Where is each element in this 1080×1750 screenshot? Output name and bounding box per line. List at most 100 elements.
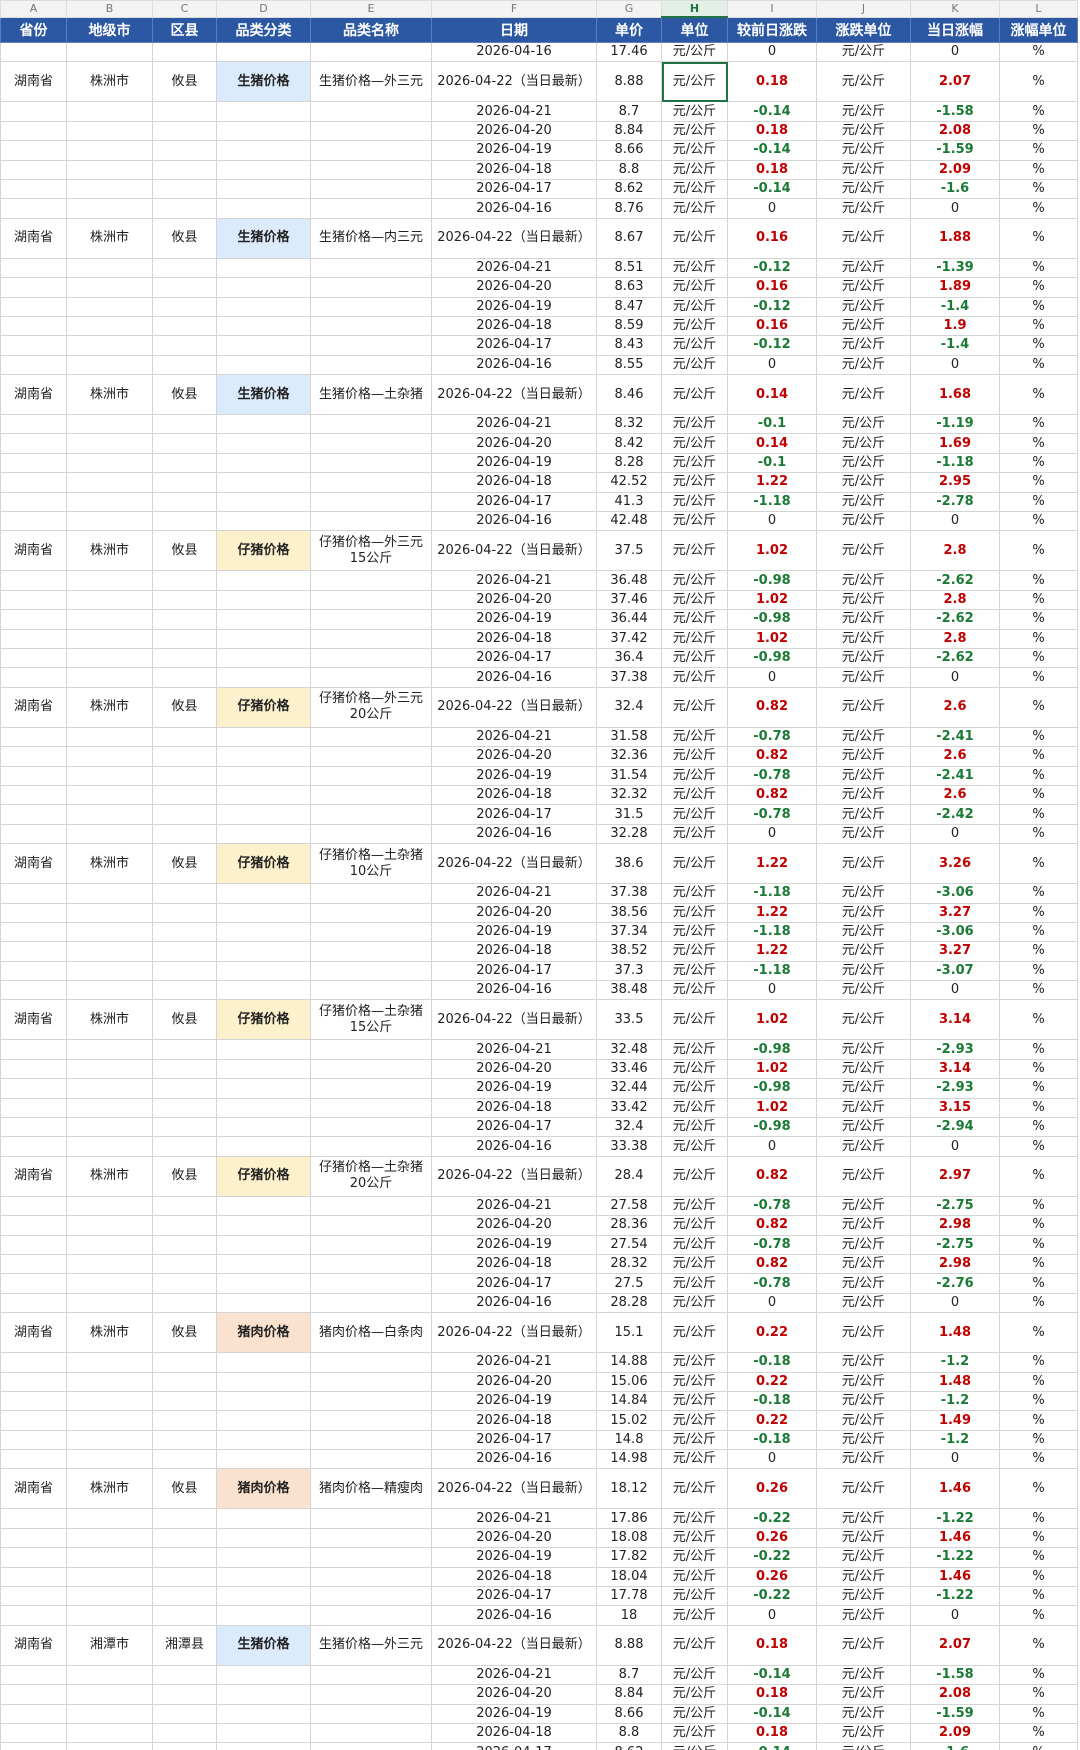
cell-date[interactable]: 2026-04-16 (431, 667, 597, 688)
cell-change[interactable]: -0.98 (727, 609, 817, 630)
cell-name[interactable]: 仔猪价格—土杂猪15公斤 (310, 999, 432, 1041)
cell-pct-unit[interactable]: % (999, 159, 1078, 180)
cell-change-unit[interactable]: 元/公斤 (816, 980, 911, 1001)
table-row[interactable]: 2026-04-20 38.56 元/公斤 1.22 元/公斤 3.27% (0, 902, 1078, 923)
cell-price[interactable]: 41.3 (596, 491, 662, 513)
cell-price[interactable]: 28.4 (596, 1155, 662, 1197)
cell-county[interactable] (152, 1586, 217, 1607)
cell-name[interactable] (310, 159, 432, 180)
cell-price[interactable]: 8.47 (596, 296, 662, 317)
cell-change[interactable]: 1.02 (727, 589, 817, 611)
cell-price[interactable]: 17.86 (596, 1508, 662, 1529)
cell-city[interactable] (66, 198, 153, 219)
cell-change[interactable]: 0.18 (727, 159, 817, 180)
cell-category[interactable] (216, 472, 311, 493)
cell-date[interactable]: 2026-04-19 (431, 452, 597, 474)
cell-pct-unit[interactable]: % (999, 804, 1078, 825)
table-row[interactable]: 2026-04-18 33.42 元/公斤 1.02 元/公斤 3.15% (0, 1097, 1078, 1119)
cell-price[interactable]: 18.04 (596, 1566, 662, 1588)
cell-change[interactable]: 0.82 (727, 1253, 817, 1275)
cell-change-unit[interactable]: 元/公斤 (816, 257, 911, 279)
cell-pct[interactable]: 3.14 (910, 999, 1000, 1041)
cell-change-unit[interactable]: 元/公斤 (816, 1352, 911, 1373)
cell-price[interactable]: 8.62 (596, 1742, 662, 1750)
cell-price[interactable]: 8.8 (596, 1722, 662, 1744)
table-row[interactable]: 2026-04-18 15.02 元/公斤 0.22 元/公斤 1.49% (0, 1410, 1078, 1431)
cell-pct[interactable]: -2.62 (910, 647, 1000, 669)
cell-change[interactable]: 1.22 (727, 902, 817, 923)
cell-name[interactable]: 仔猪价格—土杂猪10公斤 (310, 843, 432, 885)
cell-change[interactable]: 0.14 (727, 374, 817, 416)
table-row[interactable]: 2026-04-21 8.7 元/公斤 -0.14 元/公斤 -1.58% (0, 1664, 1078, 1686)
cell-date[interactable]: 2026-04-17 (431, 804, 597, 825)
cell-change-unit[interactable]: 元/公斤 (816, 1566, 911, 1588)
cell-unit[interactable]: 元/公斤 (661, 1664, 728, 1686)
cell-change[interactable]: 0 (727, 1136, 817, 1157)
cell-date[interactable]: 2026-04-22（当日最新） (431, 1624, 597, 1666)
cell-price[interactable]: 8.28 (596, 452, 662, 474)
cell-price[interactable]: 15.06 (596, 1371, 662, 1392)
cell-category[interactable] (216, 746, 311, 767)
cell-pct-unit[interactable]: % (999, 1136, 1078, 1157)
cell-county[interactable] (152, 159, 217, 180)
cell-category[interactable]: 生猪价格 (216, 374, 311, 416)
cell-category[interactable] (216, 198, 311, 219)
cell-city[interactable] (66, 1664, 153, 1686)
cell-change-unit[interactable]: 元/公斤 (816, 921, 911, 943)
cell-category[interactable] (216, 1586, 311, 1607)
group-first-row[interactable]: 湖南省 株洲市 攸县 生猪价格 生猪价格—外三元 2026-04-22（当日最新） 8.88… (0, 61, 1078, 103)
cell-city[interactable] (66, 1058, 153, 1080)
cell-category[interactable] (216, 883, 311, 904)
cell-price[interactable]: 18 (596, 1605, 662, 1626)
cell-pct-unit[interactable]: % (999, 921, 1078, 943)
cell-change[interactable]: -1.18 (727, 921, 817, 943)
cell-unit[interactable]: 元/公斤 (661, 1684, 728, 1705)
cell-county[interactable]: 攸县 (152, 999, 217, 1041)
cell-unit[interactable]: 元/公斤 (661, 1039, 728, 1060)
cell-price[interactable]: 8.63 (596, 277, 662, 298)
cell-county[interactable] (152, 902, 217, 923)
cell-province[interactable] (0, 1058, 67, 1080)
cell-province[interactable] (0, 1527, 67, 1549)
cell-change-unit[interactable]: 元/公斤 (816, 159, 911, 180)
cell-pct[interactable]: -1.4 (910, 335, 1000, 356)
column-header[interactable]: 较前日涨跌 (727, 16, 817, 43)
table-row[interactable]: 2026-04-17 27.5 元/公斤 -0.78 元/公斤 -2.76% (0, 1273, 1078, 1294)
cell-province[interactable]: 湖南省 (0, 217, 67, 259)
cell-city[interactable] (66, 1527, 153, 1549)
cell-category[interactable] (216, 804, 311, 825)
cell-county[interactable] (152, 178, 217, 200)
cell-city[interactable] (66, 178, 153, 200)
cell-change-unit[interactable]: 元/公斤 (816, 746, 911, 767)
cell-pct-unit[interactable]: % (999, 1703, 1078, 1725)
cell-change-unit[interactable]: 元/公斤 (816, 1371, 911, 1392)
cell-province[interactable] (0, 1410, 67, 1431)
cell-name[interactable]: 生猪价格—外三元 (310, 61, 432, 103)
cell-unit[interactable]: 元/公斤 (661, 101, 728, 122)
cell-date[interactable]: 2026-04-16 (431, 511, 597, 532)
cell-county[interactable] (152, 140, 217, 161)
cell-pct[interactable]: -2.93 (910, 1078, 1000, 1099)
cell-change[interactable]: 0.82 (727, 1155, 817, 1197)
cell-county[interactable] (152, 1410, 217, 1431)
column-header[interactable]: 日期 (431, 16, 597, 43)
cell-category[interactable] (216, 589, 311, 611)
cell-change-unit[interactable]: 元/公斤 (816, 1136, 911, 1157)
cell-pct-unit[interactable]: % (999, 1410, 1078, 1431)
cell-unit[interactable]: 元/公斤 (661, 159, 728, 180)
cell-city[interactable] (66, 296, 153, 317)
cell-price[interactable]: 28.28 (596, 1292, 662, 1314)
cell-unit[interactable]: 元/公斤 (661, 120, 728, 142)
cell-category[interactable] (216, 1253, 311, 1275)
cell-pct-unit[interactable]: % (999, 1253, 1078, 1275)
cell-pct[interactable]: -2.62 (910, 609, 1000, 630)
cell-category[interactable] (216, 1292, 311, 1314)
table-row[interactable]: 2026-04-18 8.59 元/公斤 0.16 元/公斤 1.9% (0, 315, 1078, 337)
cell-province[interactable] (0, 726, 67, 748)
cell-date[interactable]: 2026-04-20 (431, 277, 597, 298)
cell-date[interactable]: 2026-04-21 (431, 1664, 597, 1686)
cell-pct-unit[interactable]: % (999, 726, 1078, 748)
cell-date[interactable]: 2026-04-17 (431, 335, 597, 356)
cell-change[interactable]: 1.02 (727, 999, 817, 1041)
cell-province[interactable] (0, 667, 67, 688)
